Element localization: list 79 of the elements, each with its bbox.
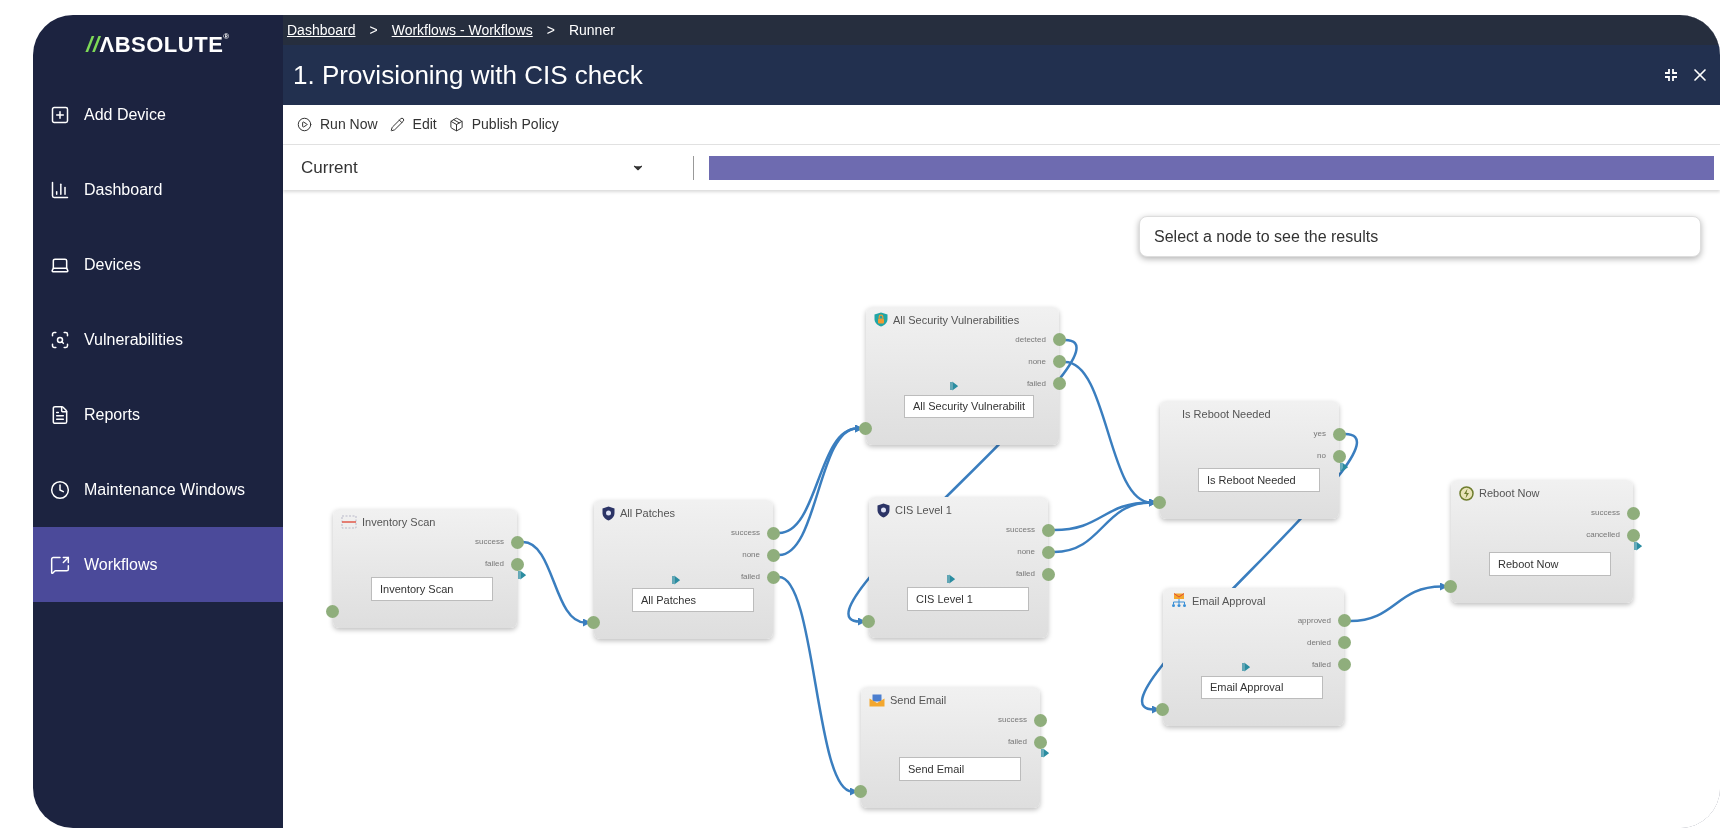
port-label: denied: [1306, 638, 1331, 647]
hint-tooltip: Select a node to see the results: [1139, 216, 1701, 257]
name-field[interactable]: Reboot Now: [1489, 552, 1611, 576]
port-label: failed: [1311, 660, 1331, 669]
port-label: success: [475, 538, 504, 546]
breadcrumb-link[interactable]: Dashboard: [287, 19, 356, 41]
play-marker-icon: [1634, 541, 1642, 551]
play-marker-icon: [1041, 748, 1049, 758]
port-label: yes: [1313, 430, 1326, 438]
port-label: none: [742, 551, 760, 559]
breadcrumb-separator: >: [546, 20, 555, 40]
node-title: Inventory Scan: [362, 514, 436, 530]
port-label: failed: [484, 560, 504, 568]
nav-item[interactable]: Dashboard: [33, 152, 283, 227]
play-marker-icon: [1241, 662, 1250, 672]
collapse-icon[interactable]: [1664, 68, 1678, 82]
port-label: failed: [1015, 570, 1035, 578]
port-label: success: [1006, 526, 1035, 534]
name-field[interactable]: CIS Level 1: [907, 587, 1029, 611]
port-label: none: [1017, 548, 1035, 556]
shield-lock-icon: [874, 312, 888, 328]
port-label: success: [998, 716, 1027, 724]
shield-icon: [602, 505, 615, 521]
node-title: CIS Level 1: [895, 502, 952, 518]
node-title: Send Email: [890, 692, 947, 708]
document-icon: [50, 404, 70, 425]
nav-item[interactable]: Maintenance Windows: [33, 452, 283, 527]
name-field[interactable]: Inventory Scan: [371, 577, 493, 601]
node-title: Email Approval: [1192, 593, 1266, 609]
nav-item[interactable]: Devices: [33, 227, 283, 302]
name-field[interactable]: All Security Vulnerabilit: [904, 394, 1035, 418]
plus-box-icon: [50, 104, 70, 125]
port-label: detected: [1015, 335, 1046, 344]
pencil-icon: [389, 117, 405, 132]
toolbar-button[interactable]: Publish Policy: [448, 114, 559, 135]
play-marker-icon: [950, 381, 959, 391]
name-field[interactable]: Send Email: [899, 757, 1021, 781]
port-label: approved: [1297, 616, 1331, 625]
play-marker-icon: [1340, 462, 1348, 472]
logo: //ΛBSOLUTE®: [86, 30, 230, 59]
nav-item[interactable]: Reports: [33, 377, 283, 452]
port-label: failed: [1026, 379, 1046, 388]
node-title: All Security Vulnerabilities: [893, 312, 1020, 328]
play-marker-icon: [946, 574, 955, 584]
chat-share-icon: [50, 554, 70, 575]
breadcrumb-current: Runner: [568, 20, 615, 40]
play-icon: [297, 117, 312, 132]
port-label: none: [1028, 357, 1046, 366]
nav-item[interactable]: Workflows: [33, 527, 283, 602]
toolbar-button[interactable]: Run Now: [297, 114, 378, 135]
port-label: no: [1317, 452, 1326, 460]
name-field[interactable]: All Patches: [632, 588, 754, 612]
envelope-network-icon: [1171, 593, 1187, 609]
port-label: failed: [740, 573, 760, 581]
bar-chart-icon: [50, 179, 70, 200]
port-label: success: [1591, 509, 1620, 517]
envelope-icon: [869, 693, 885, 707]
breadcrumb-link[interactable]: Workflows - Workflows: [391, 19, 533, 41]
scan-icon: [341, 515, 357, 529]
package-icon: [448, 117, 464, 132]
power-icon: [1459, 485, 1474, 501]
node-title: All Patches: [620, 505, 676, 521]
node-title: Is Reboot Needed: [1182, 406, 1271, 422]
nav-item[interactable]: Vulnerabilities: [33, 302, 283, 377]
clock-icon: [50, 479, 70, 500]
play-marker-icon: [671, 575, 680, 585]
scan-icon: [50, 329, 70, 350]
nav-item[interactable]: Add Device: [33, 77, 283, 152]
name-field[interactable]: Email Approval: [1201, 675, 1323, 699]
page-title: 1. Provisioning with CIS check: [293, 58, 643, 92]
shield-icon: [877, 502, 890, 518]
port-label: success: [731, 529, 760, 537]
port-label: failed: [1007, 738, 1027, 746]
port-label: cancelled: [1586, 531, 1620, 539]
name-field[interactable]: Is Reboot Needed: [1198, 468, 1320, 492]
toolbar-button[interactable]: Edit: [389, 114, 437, 135]
node-title: Reboot Now: [1479, 485, 1540, 501]
play-marker-icon: [518, 570, 526, 580]
breadcrumb-separator: >: [369, 20, 378, 40]
